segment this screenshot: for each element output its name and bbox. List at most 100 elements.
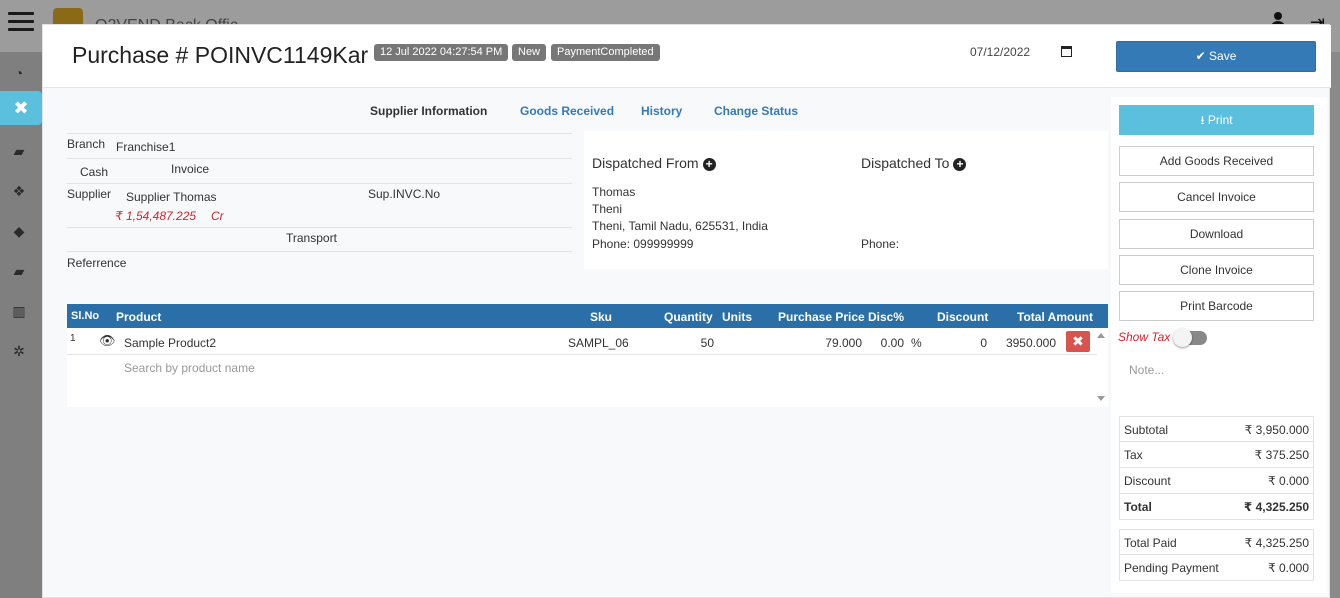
transport-input[interactable]: Transport xyxy=(286,231,337,245)
supplier-select[interactable]: Supplier Thomas xyxy=(126,190,217,204)
col-discount: Discount xyxy=(937,310,989,324)
table-header: Sl.No Product Sku Quantity Units Purchas… xyxy=(67,304,1108,328)
download-icon: ⭳ xyxy=(1200,113,1205,127)
settings-icon[interactable]: ✲ xyxy=(10,343,28,359)
add-dispatch-from-icon[interactable]: + xyxy=(702,158,716,171)
subtotal-label: Subtotal xyxy=(1124,423,1169,437)
purchase-invoice-modal: Purchase # POINVC1149Kar 12 Jul 2022 04:… xyxy=(42,24,1331,598)
tab-supplier-information[interactable]: Supplier Information xyxy=(370,104,487,118)
bar-chart-icon[interactable]: ▥ xyxy=(10,303,28,319)
download-button[interactable]: Download xyxy=(1119,219,1314,249)
page-title: Purchase # POINVC1149Kar xyxy=(72,42,369,68)
check-icon: ✔ xyxy=(1195,49,1206,63)
clone-invoice-button[interactable]: Clone Invoice xyxy=(1119,255,1314,285)
save-label: Save xyxy=(1209,49,1237,63)
calendar-icon[interactable] xyxy=(1061,46,1072,57)
product-search-input[interactable]: Search by product name xyxy=(124,361,255,375)
total-paid-value: ₹ 4,325.250 xyxy=(1244,536,1309,550)
row-discount-input[interactable]: 0 xyxy=(937,336,987,350)
reference-input[interactable]: Referrence xyxy=(67,256,126,270)
subtotal-value: ₹ 3,950.000 xyxy=(1244,423,1309,437)
catalog-icon[interactable]: ▰ xyxy=(10,263,28,279)
payment-status-badge: PaymentCompleted xyxy=(551,44,660,61)
products-table: Sl.No Product Sku Quantity Units Purchas… xyxy=(67,304,1108,407)
row-price-input[interactable]: 79.000 xyxy=(778,336,862,350)
discount-label: Discount xyxy=(1124,474,1171,488)
invoice-type-select[interactable]: Invoice xyxy=(171,162,209,176)
pending-payment-value: ₹ 0.000 xyxy=(1268,561,1309,575)
cancel-invoice-button[interactable]: Cancel Invoice xyxy=(1119,182,1314,212)
branch-select[interactable]: Franchise1 xyxy=(116,140,175,154)
tab-history[interactable]: History xyxy=(641,104,682,118)
total-paid-label: Total Paid xyxy=(1124,536,1177,550)
from-city: Theni xyxy=(592,202,623,216)
table-scrollbar[interactable] xyxy=(1096,330,1106,404)
add-dispatch-to-icon[interactable]: + xyxy=(953,158,967,171)
cubes-icon[interactable]: ❖ xyxy=(10,183,28,199)
branch-label: Branch xyxy=(67,137,106,151)
tax-label: Tax xyxy=(1124,448,1143,462)
tab-goods-received[interactable]: Goods Received xyxy=(520,104,614,118)
row-total: 3950.000 xyxy=(1005,336,1056,350)
discount-value: ₹ 0.000 xyxy=(1268,474,1309,488)
book-icon[interactable]: ▰ xyxy=(10,143,28,159)
payment-type-select[interactable]: Cash xyxy=(80,165,108,179)
tax-row: Tax ₹ 375.250 xyxy=(1119,442,1314,468)
save-button[interactable]: ✔ Save xyxy=(1116,41,1316,72)
col-sku: Sku xyxy=(590,310,613,324)
row-slno: 1 xyxy=(70,333,76,344)
close-icon[interactable]: ✖ xyxy=(0,91,42,125)
pending-payment-row: Pending Payment ₹ 0.000 xyxy=(1119,555,1314,581)
tags-icon[interactable]: ◆ xyxy=(10,223,28,239)
row-divider xyxy=(67,354,1097,355)
hamburger-menu-icon[interactable] xyxy=(8,12,34,36)
tab-change-status[interactable]: Change Status xyxy=(714,104,798,118)
app-sidebar xyxy=(0,52,42,598)
discount-row: Discount ₹ 0.000 xyxy=(1119,468,1314,494)
dashboard-icon[interactable]: ◔ xyxy=(10,65,28,81)
col-purchase-price: Purchase Price xyxy=(778,310,865,324)
col-quantity: Quantity xyxy=(664,310,713,324)
total-label: Total xyxy=(1124,500,1152,514)
row-disc-pct-input[interactable]: 0.00 xyxy=(868,336,904,350)
close-icon: ✖ xyxy=(1072,333,1084,349)
row-pct-symbol: % xyxy=(911,336,922,350)
pending-payment-label: Pending Payment xyxy=(1124,561,1219,575)
total-row: Total ₹ 4,325.250 xyxy=(1119,494,1314,520)
add-goods-received-button[interactable]: Add Goods Received xyxy=(1119,146,1314,176)
from-phone: Phone: 099999999 xyxy=(592,237,694,251)
print-label: Print xyxy=(1207,113,1233,127)
col-product: Product xyxy=(116,310,162,324)
status-badge: New xyxy=(512,44,547,61)
from-address: Theni, Tamil Nadu, 625531, India xyxy=(592,219,768,233)
row-product: Sample Product2 xyxy=(124,336,217,350)
form-divider xyxy=(67,251,572,252)
eye-icon[interactable]: 👁 xyxy=(99,333,116,349)
dispatch-panel: Dispatched From + Dispatched To + Thomas T… xyxy=(584,131,1108,269)
timestamp-badge: 12 Jul 2022 04:27:54 PM xyxy=(374,44,509,61)
show-tax-label: Show Tax xyxy=(1118,330,1171,344)
sup-invc-no-input[interactable]: Sup.INVC.No xyxy=(368,187,440,201)
row-sku: SAMPL_06 xyxy=(568,336,629,350)
to-phone: Phone: xyxy=(861,237,900,251)
col-total-amount: Total Amount xyxy=(1017,310,1093,324)
actions-panel: ⭳ Print Add Goods Received Cancel Invoic… xyxy=(1111,97,1327,593)
form-divider xyxy=(67,183,572,184)
form-divider xyxy=(67,133,572,134)
print-barcode-button[interactable]: Print Barcode xyxy=(1119,291,1314,321)
modal-header: Purchase # POINVC1149Kar 12 Jul 2022 04:… xyxy=(43,25,1331,88)
tax-value: ₹ 375.250 xyxy=(1254,448,1309,462)
delete-row-button[interactable]: ✖ xyxy=(1066,331,1090,352)
dispatched-from-title: Dispatched From + xyxy=(592,155,716,171)
col-units: Units xyxy=(722,310,752,324)
from-name: Thomas xyxy=(592,185,636,199)
note-textarea[interactable] xyxy=(1119,353,1314,415)
show-tax-toggle[interactable] xyxy=(1173,328,1207,347)
supplier-balance: ₹ 1,54,487.225 xyxy=(115,209,197,223)
supplier-balance-type: Cr xyxy=(211,209,224,223)
form-divider xyxy=(67,227,572,228)
print-button[interactable]: ⭳ Print xyxy=(1119,105,1314,135)
form-divider xyxy=(67,158,572,159)
col-disc-pct: Disc% xyxy=(868,310,905,324)
row-quantity-input[interactable]: 50 xyxy=(664,336,714,350)
